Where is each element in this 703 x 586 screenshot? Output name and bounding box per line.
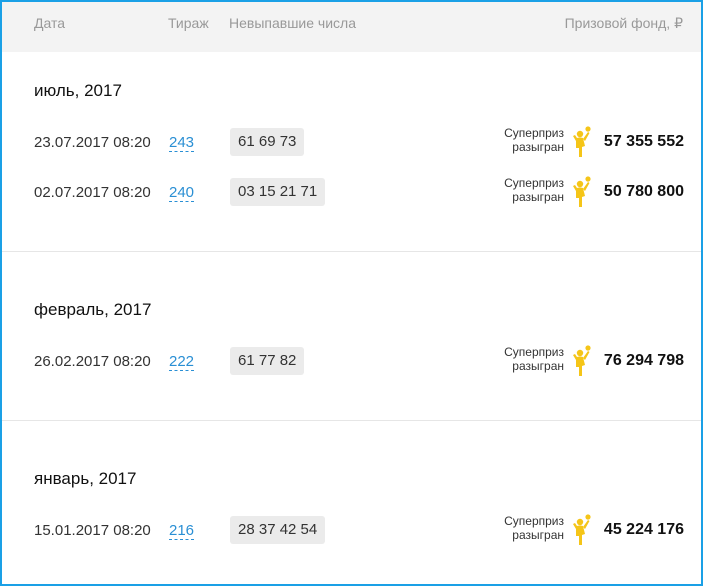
table-header: Дата Тираж Невыпавшие числа Призовой фон…: [2, 2, 701, 52]
month-section-february: февраль, 2017 26.02.2017 08:20 222 61 77…: [2, 252, 701, 421]
jumping-person-icon: [573, 126, 591, 157]
month-section-january: январь, 2017 15.01.2017 08:20 216 28 37 …: [2, 421, 701, 584]
superprize-label: Суперприз: [504, 126, 564, 140]
header-numbers: Невыпавшие числа: [229, 15, 356, 31]
jumping-person-icon: [573, 514, 591, 545]
missing-numbers: 28 37 42 54: [230, 516, 326, 544]
draw-number-link[interactable]: 216: [169, 522, 195, 540]
superprize-drawn-label: разыгран: [512, 140, 564, 154]
prize-amount: 76 294 798: [603, 352, 684, 369]
month-heading: июль, 2017: [34, 81, 122, 100]
draw-number-link[interactable]: 240: [169, 184, 195, 202]
superprize-status: Суперприз разыгран: [484, 176, 564, 204]
prize-amount: 50 780 800: [603, 183, 684, 200]
draw-date: 23.07.2017 08:20: [34, 134, 151, 151]
month-heading: январь, 2017: [34, 469, 137, 488]
missing-numbers: 61 69 73: [230, 128, 305, 156]
superprize-status: Суперприз разыгран: [484, 514, 564, 542]
jumping-person-icon: [573, 176, 591, 207]
jumping-person-icon: [573, 345, 591, 376]
superprize-drawn-label: разыгран: [512, 359, 564, 373]
superprize-status: Суперприз разыгран: [484, 126, 564, 154]
lottery-results-panel: Дата Тираж Невыпавшие числа Призовой фон…: [0, 0, 703, 586]
table-row: 23.07.2017 08:20 243 61 69 73 Суперприз …: [2, 126, 701, 162]
draw-date: 02.07.2017 08:20: [34, 184, 151, 201]
prize-amount: 57 355 552: [603, 133, 684, 150]
superprize-label: Суперприз: [504, 345, 564, 359]
superprize-label: Суперприз: [504, 176, 564, 190]
draw-number-link[interactable]: 243: [169, 134, 195, 152]
month-heading: февраль, 2017: [34, 300, 152, 319]
header-prize-fund: Призовой фонд, ₽: [564, 15, 683, 31]
missing-numbers: 61 77 82: [230, 347, 305, 375]
superprize-label: Суперприз: [504, 514, 564, 528]
table-row: 02.07.2017 08:20 240 03 15 21 71 Суперпр…: [2, 176, 701, 212]
superprize-drawn-label: разыгран: [512, 190, 564, 204]
superprize-status: Суперприз разыгран: [484, 345, 564, 373]
draw-date: 26.02.2017 08:20: [34, 353, 151, 370]
header-date: Дата: [34, 15, 66, 31]
header-draw: Тираж: [168, 15, 209, 31]
missing-numbers: 03 15 21 71: [230, 178, 326, 206]
table-row: 15.01.2017 08:20 216 28 37 42 54 Суперпр…: [2, 514, 701, 550]
prize-amount: 45 224 176: [603, 521, 684, 538]
table-row: 26.02.2017 08:20 222 61 77 82 Суперприз …: [2, 345, 701, 381]
month-section-july: июль, 2017 23.07.2017 08:20 243 61 69 73…: [2, 52, 701, 252]
draw-number-link[interactable]: 222: [169, 353, 195, 371]
draw-date: 15.01.2017 08:20: [34, 522, 151, 539]
superprize-drawn-label: разыгран: [512, 528, 564, 542]
